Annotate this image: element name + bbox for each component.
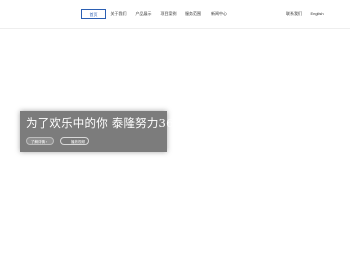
- play-video-button[interactable]: 播放视频: [60, 137, 89, 145]
- nav-item-news[interactable]: 新闻中心: [206, 9, 232, 19]
- nav-item-products[interactable]: 产品展示: [131, 9, 156, 19]
- nav-item-services[interactable]: 服务范围: [180, 9, 206, 19]
- learn-more-label: 了解详情 ›: [31, 140, 48, 144]
- nav-item-contact[interactable]: 联系我们: [282, 9, 306, 19]
- nav-item-about[interactable]: 关于我们: [106, 9, 131, 19]
- language-switch-english[interactable]: English: [307, 9, 327, 19]
- hero-banner-card: 为了欢乐中的你 泰隆努力36年 了解详情 › 播放视频: [20, 111, 186, 152]
- play-video-label: 播放视频: [71, 140, 85, 144]
- nav-item-cases[interactable]: 项目案例: [156, 9, 181, 19]
- top-navigation-bar: 首页 关于我们 产品展示 项目案例 服务范围 新闻中心 联系我们 English: [0, 0, 350, 29]
- hero-title: 为了欢乐中的你 泰隆努力36年: [26, 116, 186, 130]
- nav-item-home[interactable]: 首页: [81, 9, 106, 19]
- learn-more-button[interactable]: 了解详情 ›: [26, 137, 54, 145]
- play-icon: [65, 141, 68, 144]
